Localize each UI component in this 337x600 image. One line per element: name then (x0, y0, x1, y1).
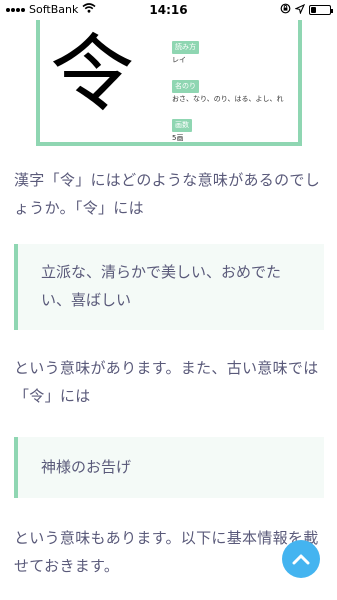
quote-text-2: 神様のお告げ (41, 458, 132, 476)
article-paragraph-1: 漢字「令」にはどのような意味があるのでしょうか。「令」には (14, 171, 321, 217)
reading-label: 読み方 (172, 41, 199, 54)
scroll-to-top-button[interactable] (282, 540, 320, 578)
nanori-label: 名のり (172, 80, 199, 93)
reading-value: レイ (172, 56, 186, 64)
screen-rotation-lock-icon (280, 3, 291, 17)
nanori-value: おさ、なり、のり、はる、よし、れ (172, 95, 284, 103)
article-paragraph-2: という意味があります。また、古い意味では「令」には (14, 359, 319, 405)
article-paragraph-3: という意味もあります。以下に基本情報を載せておきます。 (14, 529, 319, 575)
strokes-label: 画数 (172, 119, 192, 132)
kanji-info: 読み方 レイ 名のり おさ、なり、のり、はる、よし、れ 画数 5画 (172, 34, 292, 151)
quote-block-2: 神様のお告げ (14, 437, 324, 498)
kanji-character: 令 (50, 25, 135, 123)
strokes-value: 5画 (172, 134, 184, 142)
chevron-up-icon (292, 550, 310, 569)
kanji-info-card: 令 読み方 レイ 名のり おさ、なり、のり、はる、よし、れ 画数 5画 (36, 20, 302, 146)
quote-text-1: 立派な、清らかで美しい、おめでたい、喜ばしい (41, 263, 282, 309)
quote-block-1: 立派な、清らかで美しい、おめでたい、喜ばしい (14, 244, 324, 330)
status-right (280, 3, 333, 17)
location-arrow-icon (294, 3, 306, 17)
status-bar: SoftBank 14:16 (0, 0, 337, 20)
battery-fill (311, 7, 317, 13)
battery-icon (309, 5, 333, 15)
